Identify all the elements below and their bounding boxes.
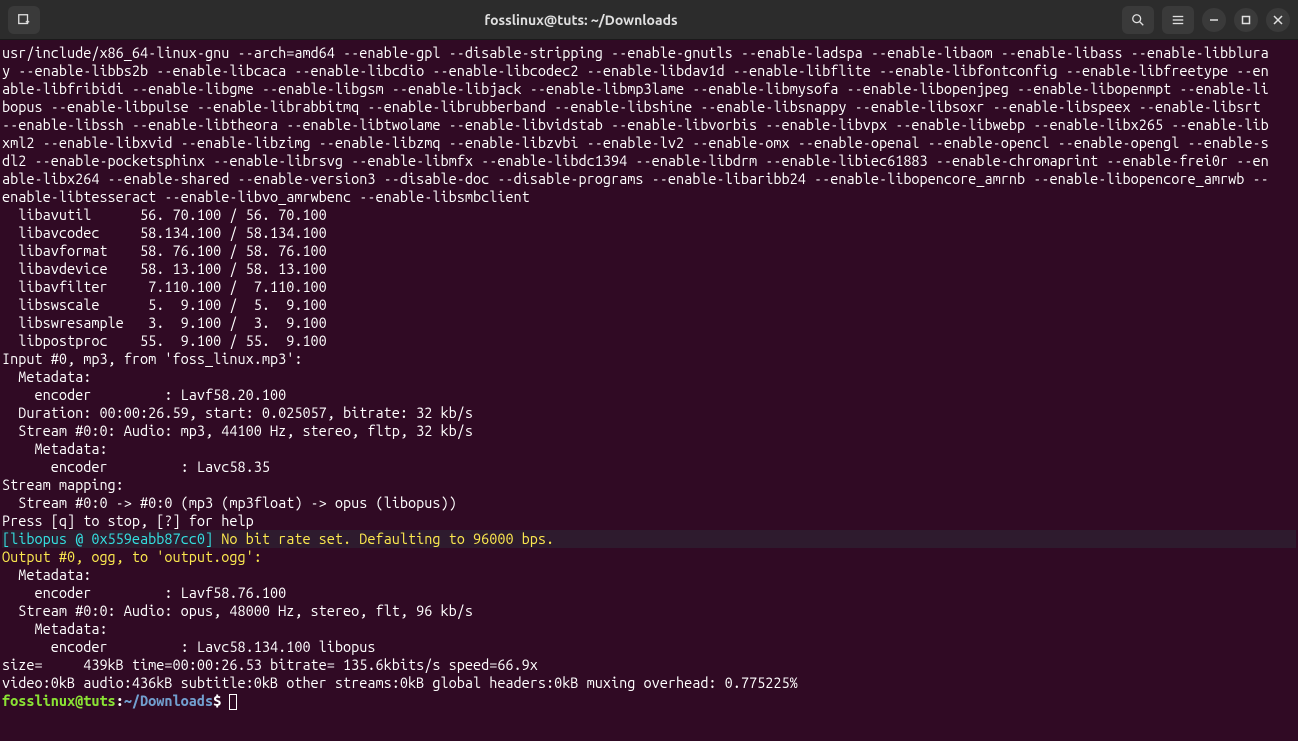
menu-button[interactable] [1162,6,1194,34]
lib-version-line: libavfilter 7.110.100 / 7.110.100 [2,278,327,295]
close-icon [1273,15,1283,25]
encoder-line: encoder : Lavf58.76.100 [2,584,286,601]
stream-mapping-detail: Stream #0:0 -> #0:0 (mp3 (mp3float) -> o… [2,494,457,511]
libopus-message: No bit rate set. Defaulting to 96000 bps… [213,530,554,547]
prompt-colon: : [116,692,124,709]
lib-version-line: libavcodec 58.134.100 / 58.134.100 [2,224,327,241]
search-button[interactable] [1122,6,1154,34]
duration-line: Duration: 00:00:26.59, start: 0.025057, … [2,404,473,421]
input-header: Input #0, mp3, from 'foss_linux.mp3': [2,350,302,367]
maximize-button[interactable] [1234,8,1258,32]
encoder-line: encoder : Lavc58.35 [2,458,270,475]
size-line: size= 439kB time=00:00:26.53 bitrate= 13… [2,656,538,673]
stream-line: Stream #0:0: Audio: mp3, 44100 Hz, stere… [2,422,473,439]
maximize-icon [1241,15,1251,25]
libopus-tag: [libopus @ 0x559eabb87cc0] [2,530,213,547]
prompt-user: fosslinux@tuts [2,692,116,709]
minimize-icon [1209,15,1219,25]
metadata-label: Metadata: [2,368,91,385]
metadata-label: Metadata: [2,566,91,583]
lib-version-line: libavutil 56. 70.100 / 56. 70.100 [2,206,327,223]
encoder-line: encoder : Lavf58.20.100 [2,386,286,403]
titlebar-right [1122,6,1290,34]
stream-line: Stream #0:0: Audio: opus, 48000 Hz, ster… [2,602,473,619]
lib-version-line: libavdevice 58. 13.100 / 58. 13.100 [2,260,327,277]
titlebar: fosslinux@tuts: ~/Downloads [0,0,1298,40]
close-button[interactable] [1266,8,1290,32]
hamburger-icon [1171,13,1185,27]
video-summary-line: video:0kB audio:436kB subtitle:0kB other… [2,674,798,691]
output-header: Output #0, ogg, to 'output.ogg': [2,548,262,565]
lib-version-line: libpostproc 55. 9.100 / 55. 9.100 [2,332,327,349]
terminal-cursor [229,694,237,710]
titlebar-left [8,6,40,34]
prompt-path: ~/Downloads [124,692,213,709]
lib-version-line: libavformat 58. 76.100 / 58. 76.100 [2,242,327,259]
lib-version-line: libswresample 3. 9.100 / 3. 9.100 [2,314,327,331]
new-tab-button[interactable] [8,6,40,34]
press-q-line: Press [q] to stop, [?] for help [2,512,254,529]
prompt-dollar: $ [213,692,229,709]
minimize-button[interactable] [1202,8,1226,32]
search-icon [1131,13,1145,27]
metadata-label: Metadata: [2,440,108,457]
stream-mapping-header: Stream mapping: [2,476,124,493]
terminal-output[interactable]: usr/include/x86_64-linux-gnu --arch=amd6… [0,40,1298,741]
metadata-label: Metadata: [2,620,108,637]
window-title: fosslinux@tuts: ~/Downloads [40,12,1122,28]
new-tab-icon [17,13,31,27]
build-config-text: usr/include/x86_64-linux-gnu --arch=amd6… [2,44,1269,205]
lib-version-line: libswscale 5. 9.100 / 5. 9.100 [2,296,327,313]
encoder-line: encoder : Lavc58.134.100 libopus [2,638,376,655]
